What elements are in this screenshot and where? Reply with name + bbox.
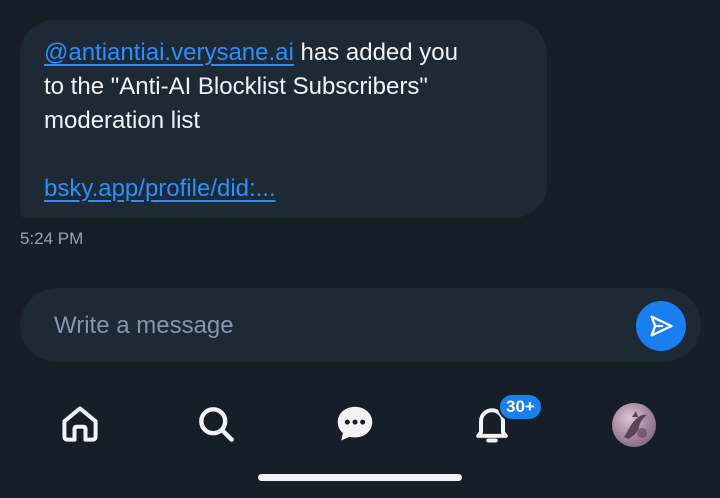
nav-chat-button[interactable]: [331, 400, 379, 448]
chat-screen: @antiantiai.verysane.ai has added you to…: [0, 0, 720, 498]
nav-home-button[interactable]: [56, 400, 104, 448]
message-bubble: @antiantiai.verysane.ai has added you to…: [20, 20, 547, 218]
send-button[interactable]: [636, 301, 686, 351]
avatar-image: [624, 411, 647, 439]
message-line-1-text: has added you: [293, 39, 458, 66]
mention-link[interactable]: @antiantiai.verysane.ai: [44, 39, 294, 66]
message-line-3: moderation list: [44, 107, 201, 134]
chat-icon: [337, 406, 373, 441]
send-icon: [650, 315, 673, 337]
nav-search-button[interactable]: [192, 400, 240, 448]
home-indicator: [258, 474, 462, 481]
profile-avatar[interactable]: [612, 403, 656, 447]
home-icon: [62, 406, 98, 442]
message-timestamp: 5:24 PM: [20, 229, 84, 248]
search-icon: [199, 407, 234, 442]
message-spacer: [44, 138, 523, 172]
message-composer: [20, 288, 701, 362]
notification-badge: 30+: [498, 393, 543, 421]
message-line-2: to the "Anti-AI Blocklist Subscribers": [44, 73, 428, 100]
message-line-1: @antiantiai.verysane.ai has added you: [44, 36, 523, 70]
message-line-4: bsky.app/profile/did:...: [44, 172, 523, 206]
profile-link[interactable]: bsky.app/profile/did:...: [44, 175, 276, 202]
message-input[interactable]: [52, 306, 616, 346]
